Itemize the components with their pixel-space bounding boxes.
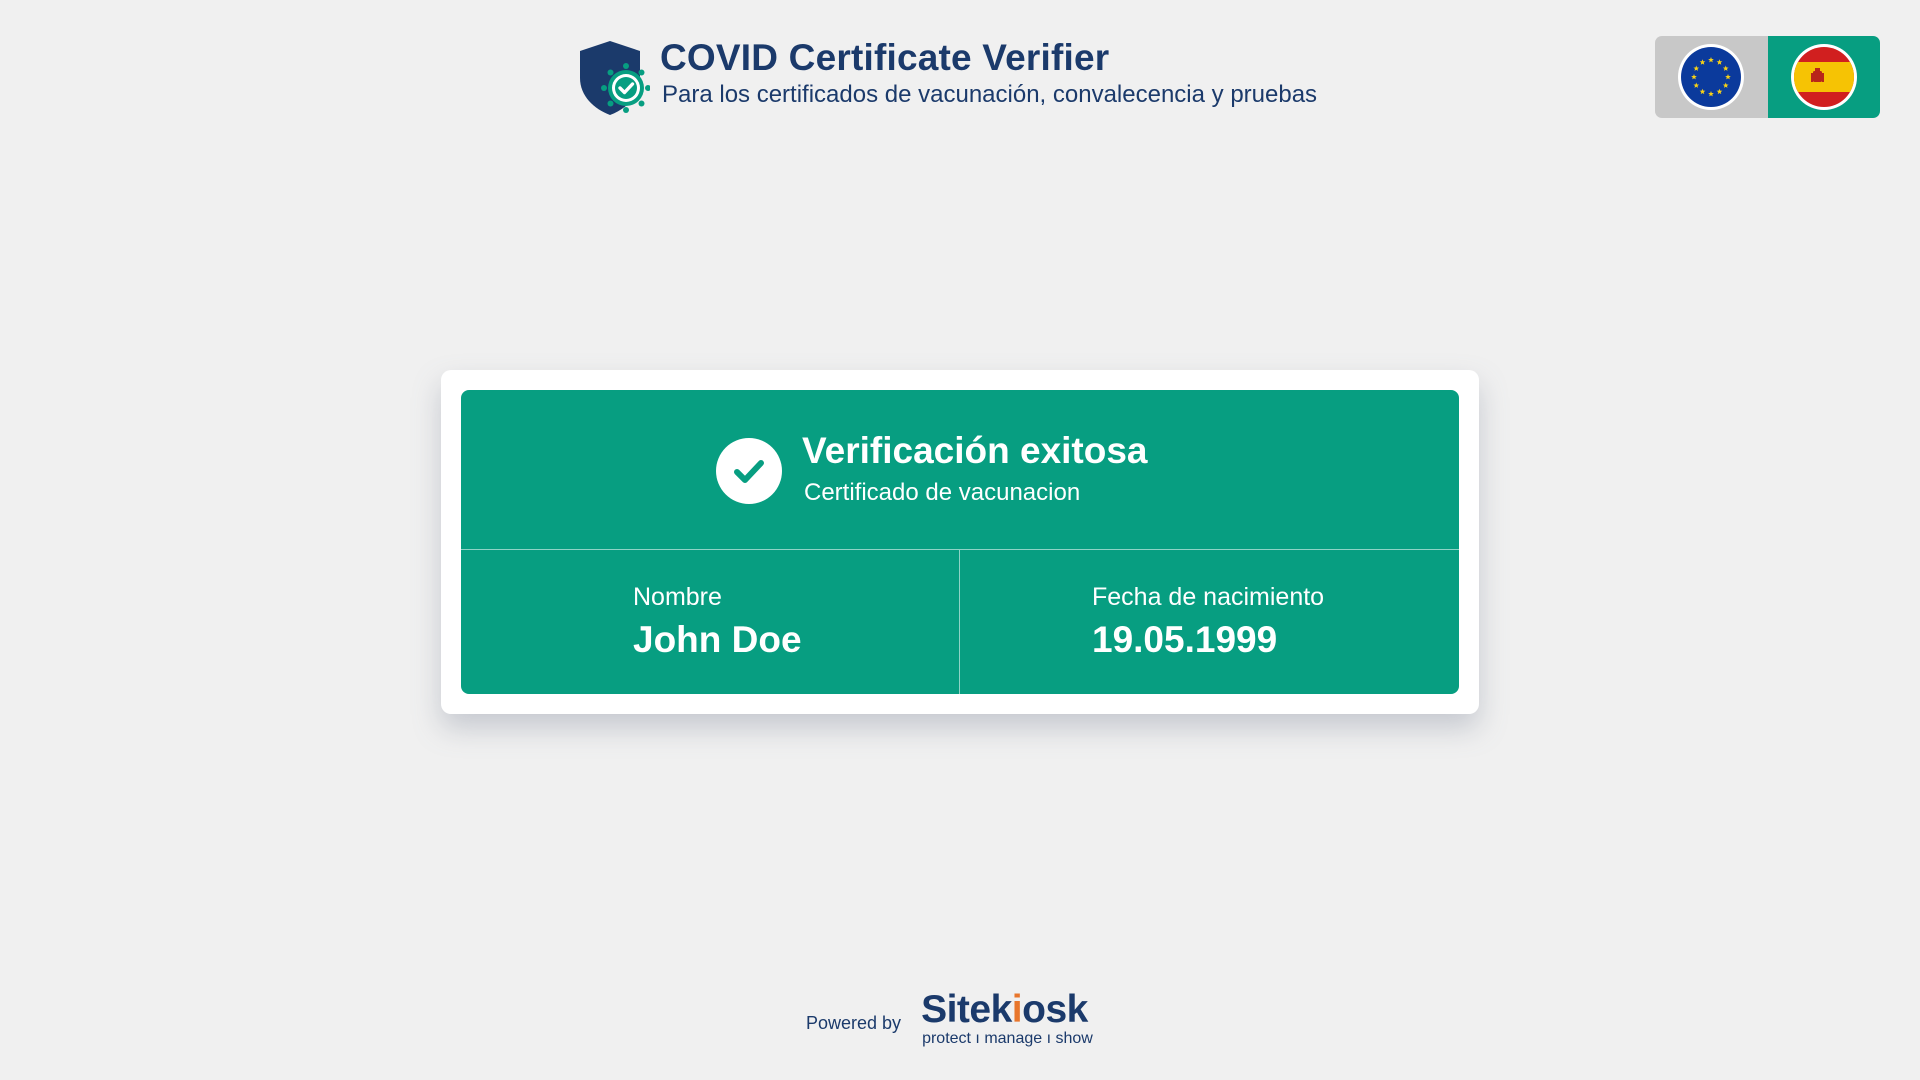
brand-prefix: Sitek	[921, 988, 1012, 1031]
app-header: COVID Certificate Verifier Para los cert…	[576, 36, 1317, 118]
certificate-type: Certificado de vacunacion	[804, 479, 1081, 506]
brand-accent: i	[1011, 988, 1023, 1031]
sitekiosk-logo: Sitekiosk protect ı manage ı show	[921, 990, 1093, 1048]
language-switcher	[1655, 36, 1880, 118]
result-header: Verificación exitosa Certificado de vacu…	[461, 390, 1459, 550]
birthdate-value: 19.05.1999	[1092, 619, 1278, 660]
language-option-eu[interactable]	[1655, 36, 1768, 118]
verification-card: Verificación exitosa Certificado de vacu…	[441, 370, 1479, 714]
birthdate-label: Fecha de nacimiento	[1092, 583, 1325, 611]
spain-flag-icon	[1790, 44, 1857, 110]
check-circle-icon	[716, 438, 782, 504]
language-option-es[interactable]	[1767, 36, 1880, 118]
brand-name: Sitekiosk	[921, 990, 1093, 1030]
verification-result: Verificación exitosa Certificado de vacu…	[461, 390, 1459, 694]
app-title: COVID Certificate Verifier	[660, 37, 1110, 78]
birthdate-field: Fecha de nacimiento 19.05.1999	[960, 550, 1459, 694]
name-value: John Doe	[633, 619, 802, 660]
shield-check-icon	[580, 41, 650, 115]
page: COVID Certificate Verifier Para los cert…	[0, 0, 1920, 1080]
brand-tagline: protect ı manage ı show	[922, 1030, 1093, 1047]
result-title: Verificación exitosa	[802, 430, 1148, 471]
powered-by-label: Powered by	[806, 1012, 902, 1033]
eu-flag-icon	[1678, 44, 1745, 110]
brand-suffix: osk	[1022, 988, 1088, 1031]
header-text: COVID Certificate Verifier Para los cert…	[660, 36, 1317, 110]
app-subtitle: Para los certificados de vacunación, con…	[662, 81, 1318, 108]
name-field: Nombre John Doe	[461, 550, 960, 694]
name-label: Nombre	[633, 583, 722, 611]
footer: Powered by Sitekiosk protect ı manage ı …	[806, 990, 1093, 1048]
